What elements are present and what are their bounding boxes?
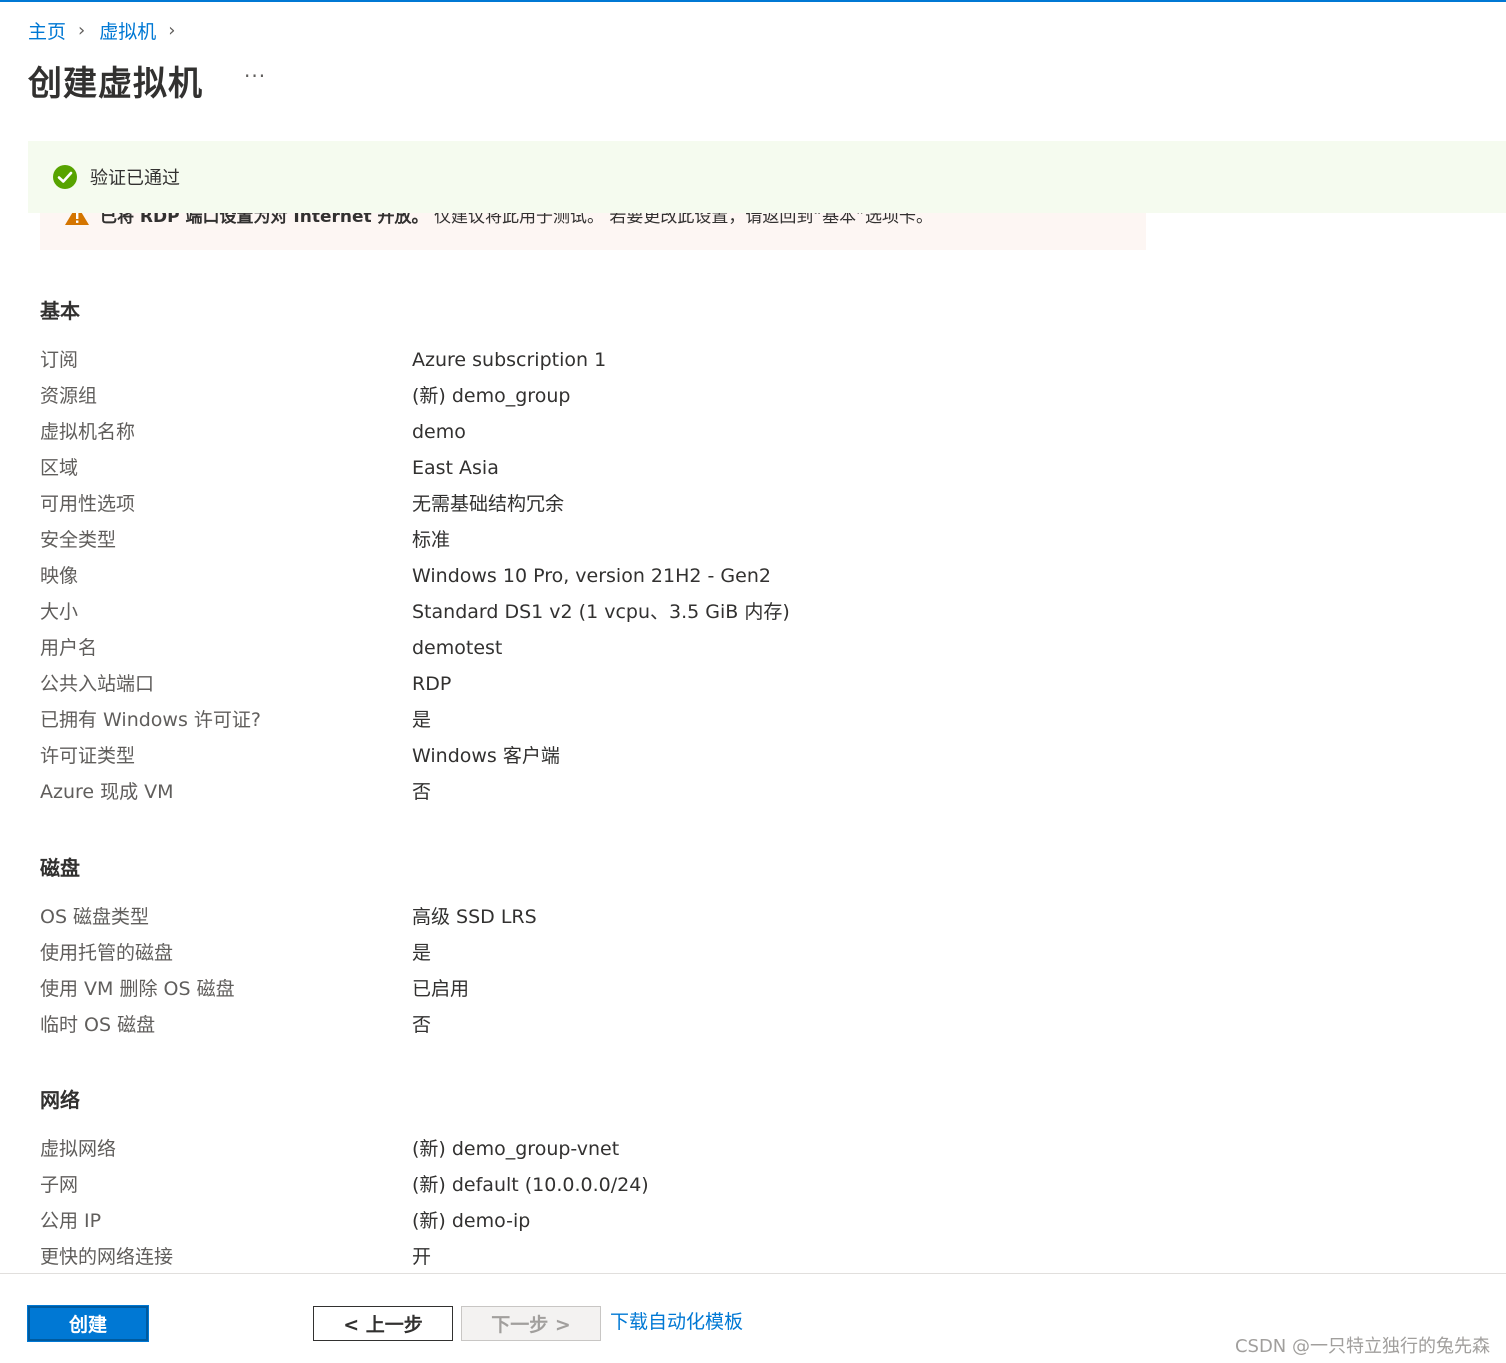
summary-value: 已启用	[412, 978, 470, 1000]
validation-success-text: 验证已通过	[90, 168, 180, 189]
summary-row: OS 磁盘类型 高级 SSD LRS	[40, 899, 1140, 935]
breadcrumb-home[interactable]: 主页	[28, 17, 66, 44]
summary-value: (新) demo-ip	[412, 1210, 531, 1232]
summary-value: East Asia	[412, 457, 499, 479]
summary-value: 标准	[412, 529, 451, 551]
summary-label: 用户名	[40, 637, 98, 659]
summary-value: RDP	[412, 673, 452, 695]
summary-row: 已拥有 Windows 许可证? 是	[40, 702, 1140, 738]
summary-value: Azure subscription 1	[412, 349, 607, 371]
next-button[interactable]: 下一步 >	[461, 1306, 601, 1341]
summary-label: 区域	[40, 457, 79, 479]
summary-label: 更快的网络连接	[40, 1246, 174, 1268]
section-basic: 基本 订阅 Azure subscription 1 资源组 (新) demo_gro…	[40, 296, 1140, 810]
summary-row: 大小 Standard DS1 v2 (1 vcpu、3.5 GiB 内存)	[40, 594, 1140, 630]
summary-label: 子网	[40, 1174, 79, 1196]
summary-value: (新) demo_group	[412, 385, 571, 407]
summary-row: 映像 Windows 10 Pro, version 21H2 - Gen2	[40, 558, 1140, 594]
summary-label: 虚拟网络	[40, 1138, 117, 1160]
create-button[interactable]: 创建	[27, 1305, 149, 1342]
summary-label: 已拥有 Windows 许可证?	[40, 709, 261, 731]
summary-row: 安全类型 标准	[40, 522, 1140, 558]
previous-button[interactable]: < 上一步	[313, 1306, 453, 1341]
summary-row: 虚拟机名称 demo	[40, 414, 1140, 450]
summary-label: 使用托管的磁盘	[40, 942, 174, 964]
section-title: 网络	[40, 1088, 80, 1112]
summary-row: Azure 现成 VM 否	[40, 774, 1140, 810]
summary-label: 可用性选项	[40, 493, 136, 515]
summary-label: 公用 IP	[40, 1210, 102, 1232]
summary-value: 否	[412, 781, 432, 803]
summary-label: 虚拟机名称	[40, 421, 136, 443]
summary-row: 公用 IP (新) demo-ip	[40, 1203, 1140, 1239]
summary-label: Azure 现成 VM	[40, 781, 174, 803]
download-template-link[interactable]: 下载自动化模板	[610, 1307, 743, 1334]
summary-value: Windows 10 Pro, version 21H2 - Gen2	[412, 565, 771, 587]
summary-row: 更快的网络连接 开	[40, 1239, 1140, 1275]
top-accent-line	[0, 0, 1506, 2]
summary-row: 公共入站端口 RDP	[40, 666, 1140, 702]
summary-row: 使用 VM 删除 OS 磁盘 已启用	[40, 971, 1140, 1007]
section-disk: 磁盘 OS 磁盘类型 高级 SSD LRS 使用托管的磁盘 是使用 VM 删除 OS …	[40, 853, 1140, 1043]
summary-row: 区域 East Asia	[40, 450, 1140, 486]
summary-value: 无需基础结构冗余	[412, 493, 565, 515]
chevron-right-icon: ›	[78, 19, 86, 41]
summary-label: 安全类型	[40, 529, 117, 551]
summary-row: 临时 OS 磁盘 否	[40, 1007, 1140, 1043]
summary-label: 映像	[40, 565, 79, 587]
summary-label: 大小	[40, 601, 79, 623]
summary-label: OS 磁盘类型	[40, 906, 150, 928]
summary-label: 资源组	[40, 385, 98, 407]
summary-row: 用户名 demotest	[40, 630, 1140, 666]
summary-value: 否	[412, 1014, 432, 1036]
breadcrumb: 主页 › 虚拟机 ›	[28, 16, 189, 44]
section-title: 基本	[40, 299, 80, 323]
summary-label: 临时 OS 磁盘	[40, 1014, 156, 1036]
footer-bar: 创建 < 上一步 下一步 > 下载自动化模板 CSDN @一只特立独行的兔先森	[0, 1273, 1506, 1363]
summary-label: 公共入站端口	[40, 673, 155, 695]
section-title: 磁盘	[40, 856, 80, 880]
summary-row: 可用性选项 无需基础结构冗余	[40, 486, 1140, 522]
section-network: 网络 虚拟网络 (新) demo_group-vnet 子网 (新) default …	[40, 1085, 1140, 1275]
summary-row: 订阅 Azure subscription 1	[40, 342, 1140, 378]
summary-value: 是	[412, 709, 432, 731]
summary-value: (新) default (10.0.0.0/24)	[412, 1174, 649, 1196]
summary-value: 高级 SSD LRS	[412, 906, 537, 928]
summary-label: 许可证类型	[40, 745, 136, 767]
summary-value: Standard DS1 v2 (1 vcpu、3.5 GiB 内存)	[412, 601, 790, 623]
validation-success-banner: 验证已通过	[28, 141, 1506, 213]
summary-value: demo	[412, 421, 466, 443]
chevron-right-icon: ›	[168, 19, 176, 41]
summary-label: 订阅	[40, 349, 79, 371]
watermark: CSDN @一只特立独行的兔先森	[1234, 1336, 1490, 1357]
summary-row: 子网 (新) default (10.0.0.0/24)	[40, 1167, 1140, 1203]
summary-row: 资源组 (新) demo_group	[40, 378, 1140, 414]
summary-row: 许可证类型 Windows 客户端	[40, 738, 1140, 774]
checkmark-circle-icon	[53, 165, 77, 189]
summary-row: 虚拟网络 (新) demo_group-vnet	[40, 1131, 1140, 1167]
summary-value: demotest	[412, 637, 503, 659]
summary-value: 开	[412, 1246, 432, 1268]
page-title: 创建虚拟机	[28, 64, 203, 104]
more-options-button[interactable]: ···	[244, 64, 266, 88]
summary-value: 是	[412, 942, 432, 964]
summary-value: (新) demo_group-vnet	[412, 1138, 620, 1160]
summary-label: 使用 VM 删除 OS 磁盘	[40, 978, 235, 1000]
summary-value: Windows 客户端	[412, 745, 560, 767]
summary-row: 使用托管的磁盘 是	[40, 935, 1140, 971]
breadcrumb-vm[interactable]: 虚拟机	[99, 17, 156, 44]
